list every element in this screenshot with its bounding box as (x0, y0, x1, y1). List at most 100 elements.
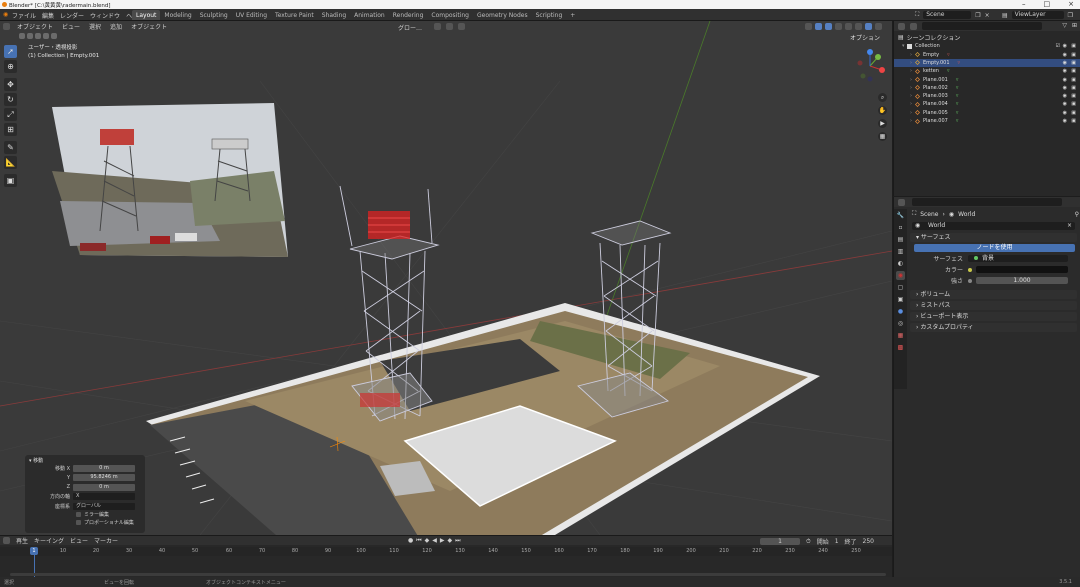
gizmo-toggle-icon[interactable] (815, 23, 822, 30)
ortho-toggle-icon[interactable]: ▦ (878, 132, 887, 141)
prev-keyframe-icon[interactable]: ◆ (425, 537, 430, 545)
outliner-item-row[interactable]: › ketten ▿ ◉ ▣ (894, 67, 1080, 75)
play-icon[interactable]: ▶ (440, 537, 445, 545)
surface-section-header[interactable]: ▾ サーフェス (910, 233, 1077, 242)
pivot-icon[interactable] (434, 23, 441, 30)
timeline-menu-keying[interactable]: キーイング (34, 536, 64, 545)
scene-name-field[interactable]: Scene (923, 11, 972, 19)
camera-icon[interactable]: ▣ (1071, 52, 1076, 58)
output-tab-icon[interactable]: ▤ (896, 235, 905, 244)
pin-icon[interactable]: ⚲ (1075, 211, 1079, 218)
minimize-icon[interactable]: – (1022, 0, 1026, 8)
outliner-item-row[interactable]: › Plane.002 ▿ ◉ ▣ (894, 84, 1080, 92)
maximize-icon[interactable]: □ (1044, 0, 1051, 8)
camera-icon[interactable]: ▣ (1071, 68, 1076, 74)
tab-rendering[interactable]: Rendering (389, 10, 428, 20)
modifier-icon[interactable]: ▿ (956, 85, 959, 91)
timeline-menu-view[interactable]: ビュー (70, 536, 88, 545)
eye-icon[interactable]: ◉ (1063, 85, 1067, 91)
outliner-item-row[interactable]: › Plane.003 ▿ ◉ ▣ (894, 92, 1080, 100)
move-y-field[interactable]: 95.8246 m (73, 474, 135, 482)
outliner-search-input[interactable] (922, 22, 1042, 30)
rotate-tool-icon[interactable]: ↻ (4, 93, 17, 106)
next-keyframe-icon[interactable]: ◆ (448, 537, 453, 545)
tab-shading[interactable]: Shading (318, 10, 350, 20)
record-icon[interactable]: ● (408, 537, 413, 545)
constraints-tab-icon[interactable]: ◎ (896, 319, 905, 328)
color-socket-icon[interactable] (968, 267, 972, 272)
jump-start-icon[interactable]: ⏮ (416, 537, 421, 545)
display-mode-icon[interactable] (910, 23, 917, 30)
copy-viewlayer-icon[interactable]: ❐ (1068, 12, 1073, 19)
color-swatch[interactable] (976, 266, 1068, 273)
overlay-toggle-icon[interactable] (825, 23, 832, 30)
new-collection-icon[interactable]: ⊞ (1072, 22, 1077, 29)
playhead[interactable]: 1 (30, 547, 38, 555)
texture-tab-icon[interactable]: ▩ (896, 343, 905, 352)
blender-menu-icon[interactable]: ◉ (3, 11, 8, 18)
orientation-select[interactable]: グローバル (73, 502, 135, 510)
scene-tab-icon[interactable]: ◐ (896, 259, 905, 268)
outliner-panel[interactable]: ▽ ⊞ ▤ シーンコレクション ▾ Collection ☑ ◉ ▣ › Empt… (893, 21, 1080, 196)
eye-icon[interactable]: ◉ (1063, 60, 1067, 66)
camera-icon[interactable]: ▣ (1071, 118, 1076, 124)
3d-viewport[interactable]: オブジェクト ビュー 選択 追加 オブジェクト グロー… オプション ユーザー・… (0, 21, 892, 535)
modifier-icon[interactable]: ▿ (956, 93, 959, 99)
volume-section-header[interactable]: › ボリューム (910, 290, 1077, 299)
mist-section-header[interactable]: › ミストパス (910, 301, 1077, 310)
viewlayer-selector[interactable]: ▤ ViewLayer ❐ (1002, 11, 1073, 19)
timeline-editor-type-icon[interactable] (3, 537, 10, 544)
tab-geometry-nodes[interactable]: Geometry Nodes (473, 10, 532, 20)
tab-compositing[interactable]: Compositing (427, 10, 473, 20)
eye-icon[interactable]: ◉ (1063, 68, 1067, 74)
eye-icon[interactable]: ◉ (1063, 110, 1067, 116)
pan-hand-icon[interactable]: ✋ (878, 106, 887, 115)
play-reverse-icon[interactable]: ◀ (432, 537, 437, 545)
rendered-shading-icon[interactable] (875, 23, 882, 30)
eye-icon[interactable]: ◉ (1063, 118, 1067, 124)
tab-layout[interactable]: Layout (132, 10, 161, 20)
wireframe-shading-icon[interactable] (845, 23, 852, 30)
select-extend-icon[interactable] (27, 33, 33, 39)
measure-tool-icon[interactable]: 📐 (4, 156, 17, 169)
visibility-icon[interactable] (805, 23, 812, 30)
unlink-icon[interactable]: × (1067, 222, 1072, 230)
options-button[interactable]: オプション (850, 33, 880, 42)
tab-texture-paint[interactable]: Texture Paint (271, 10, 318, 20)
menu-select[interactable]: 選択 (87, 22, 103, 31)
editor-type-icon[interactable] (3, 23, 10, 30)
move-z-field[interactable]: 0 m (73, 483, 135, 491)
constraint-icon[interactable]: ▿ (947, 52, 950, 58)
proportional-edit-checkbox[interactable]: プロポーショナル編集 (76, 519, 145, 527)
object-tab-icon[interactable]: ▣ (896, 295, 905, 304)
select-invert-icon[interactable] (43, 33, 49, 39)
scene-collection-row[interactable]: ▤ シーンコレクション (898, 33, 960, 42)
menu-file[interactable]: ファイル (12, 11, 36, 20)
modifier-icon[interactable]: ▿ (956, 101, 959, 107)
filter-icon[interactable]: ▽ (1062, 22, 1067, 29)
add-workspace-button[interactable]: + (566, 10, 579, 20)
menu-view[interactable]: ビュー (60, 22, 82, 31)
tab-scripting[interactable]: Scripting (532, 10, 567, 20)
tab-modeling[interactable]: Modeling (160, 10, 195, 20)
menu-add[interactable]: 追加 (108, 22, 124, 31)
viewlayer-name-field[interactable]: ViewLayer (1011, 11, 1064, 19)
render-tab-icon[interactable]: ▫ (896, 223, 905, 232)
scene-selector[interactable]: ⛶ Scene ❐ × (915, 11, 990, 19)
select-tool-icon[interactable]: ➚ (4, 45, 17, 58)
proportional-edit-icon[interactable] (458, 23, 465, 30)
close-scene-icon[interactable]: × (985, 12, 990, 19)
timeline-scrollbar[interactable] (10, 573, 886, 576)
tab-sculpting[interactable]: Sculpting (196, 10, 232, 20)
end-frame-field[interactable]: 250 (863, 538, 874, 545)
outliner-item-row[interactable]: › Empty.001 ▿ ◉ ▣ (894, 58, 1080, 68)
camera-icon[interactable]: ▣ (1071, 93, 1076, 99)
start-frame-field[interactable]: 1 (835, 538, 839, 545)
timeline-menu-playback[interactable]: 再生 (16, 536, 28, 545)
menu-object[interactable]: オブジェクト (129, 22, 169, 31)
eye-icon[interactable]: ◉ (1063, 77, 1067, 83)
collection-tab-icon[interactable]: ▢ (896, 283, 905, 292)
camera-icon[interactable]: ▣ (1071, 85, 1076, 91)
jump-end-icon[interactable]: ⏭ (455, 537, 460, 545)
collection-row[interactable]: ▾ Collection ☑ ◉ ▣ (894, 42, 1080, 50)
